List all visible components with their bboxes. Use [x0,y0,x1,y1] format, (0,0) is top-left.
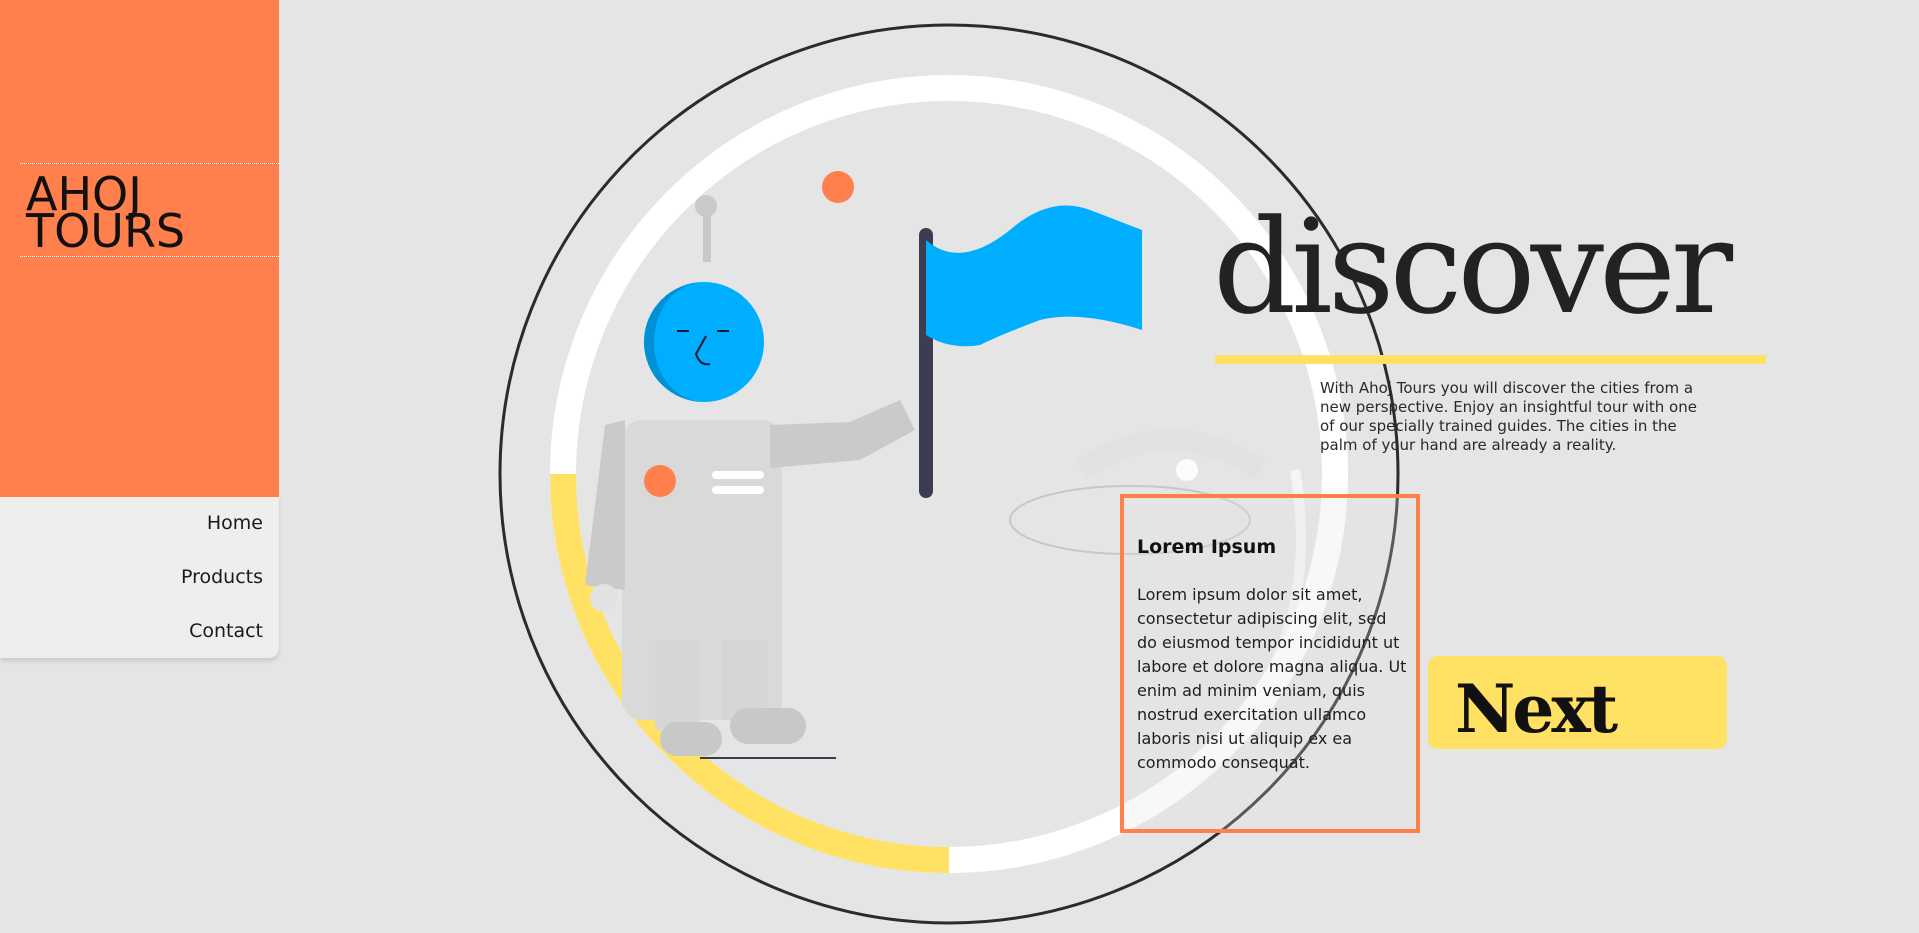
astronaut [585,195,915,759]
hero-intro: With Ahoj Tours you will discover the ci… [1320,379,1697,454]
logo-line-2: TOURS [26,204,186,258]
brand-panel: AHOJ TOURS [0,0,279,497]
astronaut-illustration [498,23,1400,925]
nav-item-home[interactable]: Home [207,512,263,534]
headline-underline [1215,355,1766,364]
main-nav: Home Products Contact [0,497,279,658]
next-button-label: Next [1455,670,1618,748]
page: AHOJ TOURS Home Products Contact discove… [0,0,1919,933]
nav-item-products[interactable]: Products [181,566,263,588]
logo[interactable]: AHOJ TOURS [20,163,279,257]
card-title: Lorem Ipsum [1137,536,1277,558]
nav-item-contact[interactable]: Contact [189,620,263,642]
next-button[interactable]: Next [1428,656,1727,749]
card-body: Lorem ipsum dolor sit amet, consectetur … [1137,585,1407,772]
orange-dot [822,171,854,203]
hero-headline: discover [1213,191,1733,343]
info-card: Lorem Ipsum Lorem ipsum dolor sit amet, … [1120,494,1420,833]
